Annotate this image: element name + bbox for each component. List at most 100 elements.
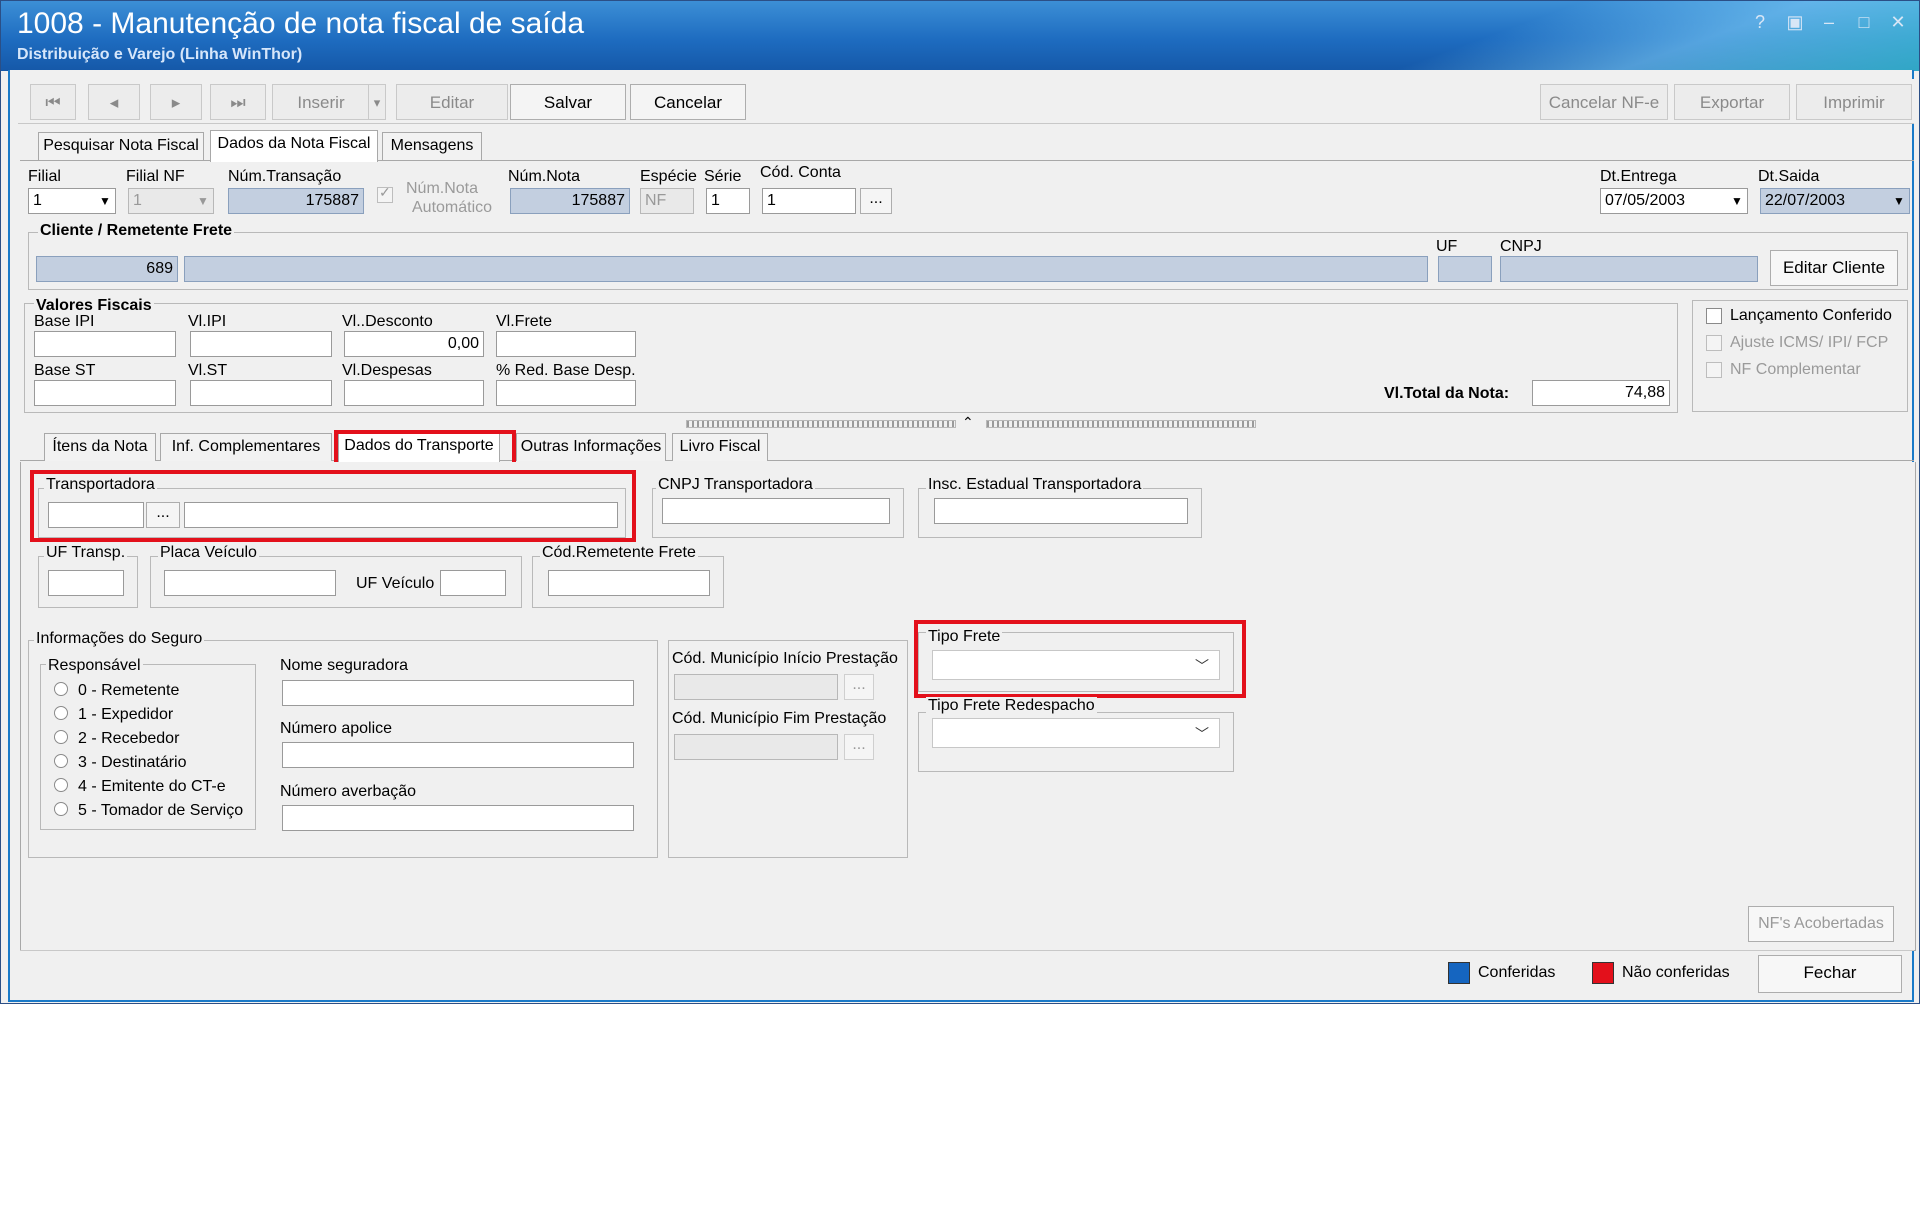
- vl-ipi-field[interactable]: [190, 331, 332, 357]
- nao-conferidas-label: Não conferidas: [1622, 964, 1730, 981]
- seguro-title: Informações do Seguro: [34, 630, 205, 648]
- cod-conta-search-button[interactable]: ...: [860, 188, 892, 214]
- radio-destinatario[interactable]: [54, 754, 68, 768]
- insc-estadual-label: Insc. Estadual Transportadora: [926, 476, 1144, 494]
- municipio-inicio-field[interactable]: [674, 674, 838, 700]
- cod-conta-field[interactable]: 1: [762, 188, 856, 214]
- highlight-transportadora: [30, 470, 636, 542]
- first-record-button[interactable]: ⏮: [30, 84, 76, 120]
- ajuste-icms-checkbox[interactable]: [1706, 335, 1722, 351]
- vl-frete-field[interactable]: [496, 331, 636, 357]
- minimize-icon[interactable]: –: [1818, 11, 1840, 33]
- num-nota-field[interactable]: 175887: [510, 188, 630, 214]
- especie-field[interactable]: NF: [640, 188, 694, 214]
- uf-transp-field[interactable]: [48, 570, 124, 596]
- cancelar-button[interactable]: Cancelar: [630, 84, 746, 120]
- nfs-acobertadas-button[interactable]: NF's Acobertadas: [1748, 906, 1894, 942]
- splitter-handle-left[interactable]: [686, 420, 956, 428]
- tipo-frete-redespacho-label: Tipo Frete Redespacho: [926, 697, 1097, 715]
- cod-remetente-field[interactable]: [548, 570, 710, 596]
- cnpj-label: CNPJ: [1500, 238, 1542, 255]
- serie-field[interactable]: 1: [706, 188, 750, 214]
- cnpj-transportadora-field[interactable]: [662, 498, 890, 524]
- responsavel-title: Responsável: [46, 657, 143, 675]
- lancamento-conferido-label: Lançamento Conferido: [1730, 307, 1892, 324]
- last-record-button[interactable]: ⏭: [210, 84, 266, 120]
- cod-remetente-label: Cód.Remetente Frete: [540, 544, 698, 562]
- radio-expedidor[interactable]: [54, 706, 68, 720]
- restore-layout-icon[interactable]: ▣: [1784, 11, 1806, 33]
- next-record-button[interactable]: ▸: [150, 84, 202, 120]
- tipo-frete-redespacho-select[interactable]: ﹀: [932, 718, 1220, 748]
- municipio-fim-field[interactable]: [674, 734, 838, 760]
- num-transacao-field[interactable]: 175887: [228, 188, 364, 214]
- vl-total-field[interactable]: 74,88: [1532, 380, 1670, 406]
- radio-remetente[interactable]: [54, 682, 68, 696]
- filial-nf-select[interactable]: 1 ▼: [128, 188, 214, 214]
- tab-mensagens[interactable]: Mensagens: [382, 132, 482, 160]
- splitter-handle-right[interactable]: [986, 420, 1256, 428]
- radio-remetente-label: 0 - Remetente: [78, 682, 180, 699]
- dt-entrega-field[interactable]: 07/05/2003 ▼: [1600, 188, 1748, 214]
- vl-despesas-field[interactable]: [344, 380, 484, 406]
- num-nota-automatico-label-2: Automático: [412, 199, 493, 216]
- radio-emitente-cte[interactable]: [54, 778, 68, 792]
- cliente-name-field[interactable]: [184, 256, 1428, 282]
- especie-label: Espécie: [640, 168, 697, 185]
- salvar-button[interactable]: Salvar: [510, 84, 626, 120]
- help-icon[interactable]: ?: [1749, 11, 1771, 33]
- nome-seguradora-field[interactable]: [282, 680, 634, 706]
- tab-dados-da-nota-fiscal[interactable]: Dados da Nota Fiscal: [210, 130, 378, 162]
- tab-pesquisar-nota-fiscal[interactable]: Pesquisar Nota Fiscal: [38, 132, 204, 160]
- tab-itens-da-nota[interactable]: Ítens da Nota: [44, 433, 156, 461]
- vl-frete-label: Vl.Frete: [496, 313, 553, 330]
- maximize-icon[interactable]: □: [1853, 11, 1875, 33]
- bottom-divider: [20, 950, 1914, 951]
- num-nota-automatico-checkbox[interactable]: ✓: [377, 184, 393, 203]
- vl-st-field[interactable]: [190, 380, 332, 406]
- filial-nf-label: Filial NF: [126, 168, 185, 185]
- radio-tomador-servico[interactable]: [54, 802, 68, 816]
- numero-apolice-field[interactable]: [282, 742, 634, 768]
- editar-cliente-button[interactable]: Editar Cliente: [1770, 250, 1898, 286]
- close-icon[interactable]: ✕: [1887, 11, 1909, 33]
- numero-averbacao-field[interactable]: [282, 805, 634, 831]
- dt-saida-field[interactable]: 22/07/2003 ▼: [1760, 188, 1910, 214]
- insc-estadual-field[interactable]: [934, 498, 1188, 524]
- radio-recebedor[interactable]: [54, 730, 68, 744]
- municipio-inicio-label: Cód. Município Início Prestação: [672, 650, 898, 667]
- chevron-down-icon: ﹀: [1195, 726, 1209, 742]
- cliente-uf-field[interactable]: [1438, 256, 1492, 282]
- nome-seguradora-label: Nome seguradora: [280, 657, 409, 674]
- red-base-desp-field[interactable]: [496, 380, 636, 406]
- nf-complementar-checkbox[interactable]: [1706, 362, 1722, 378]
- cliente-code-field[interactable]: 689: [36, 256, 178, 282]
- cliente-cnpj-field[interactable]: [1500, 256, 1758, 282]
- inserir-dropdown-icon[interactable]: ▾: [368, 84, 386, 120]
- placa-veiculo-field[interactable]: [164, 570, 336, 596]
- vl-desconto-field[interactable]: 0,00: [344, 331, 484, 357]
- radio-expedidor-label: 1 - Expedidor: [78, 706, 174, 723]
- fechar-button[interactable]: Fechar: [1758, 955, 1902, 993]
- municipio-inicio-search-button[interactable]: ...: [844, 674, 874, 700]
- municipio-fim-search-button[interactable]: ...: [844, 734, 874, 760]
- uf-label: UF: [1436, 238, 1458, 255]
- tab-livro-fiscal[interactable]: Livro Fiscal: [672, 433, 768, 461]
- radio-recebedor-label: 2 - Recebedor: [78, 730, 180, 747]
- inserir-button[interactable]: Inserir: [272, 84, 370, 120]
- collapse-up-icon[interactable]: ⌃: [962, 414, 974, 431]
- nf-complementar-label: NF Complementar: [1730, 361, 1861, 378]
- editar-button[interactable]: Editar: [396, 84, 508, 120]
- filial-select[interactable]: 1 ▼: [28, 188, 116, 214]
- tab-inf-complementares[interactable]: Inf. Complementares: [160, 433, 332, 461]
- exportar-button[interactable]: Exportar: [1674, 84, 1790, 120]
- imprimir-button[interactable]: Imprimir: [1796, 84, 1912, 120]
- tab-outras-informacoes[interactable]: Outras Informações: [516, 433, 666, 461]
- lancamento-conferido-checkbox[interactable]: [1706, 308, 1722, 324]
- vl-despesas-label: Vl.Despesas: [342, 362, 432, 379]
- previous-record-button[interactable]: ◂: [88, 84, 140, 120]
- base-ipi-field[interactable]: [34, 331, 176, 357]
- uf-veiculo-field[interactable]: [440, 570, 506, 596]
- cancelar-nfe-button[interactable]: Cancelar NF-e: [1540, 84, 1668, 120]
- base-st-field[interactable]: [34, 380, 176, 406]
